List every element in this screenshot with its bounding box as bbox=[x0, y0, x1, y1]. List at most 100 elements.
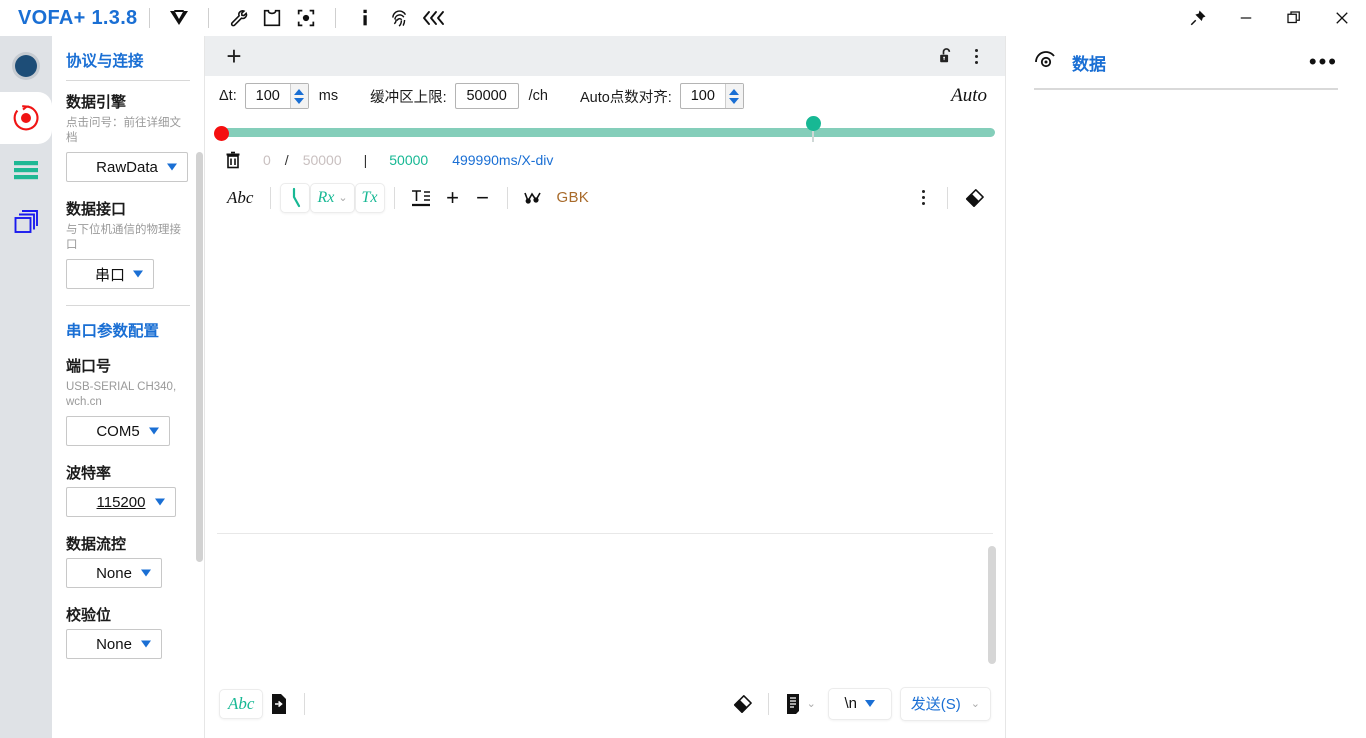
tab-menu-icon[interactable] bbox=[961, 41, 991, 71]
data-scope-icon[interactable] bbox=[1034, 49, 1058, 76]
pin-button[interactable] bbox=[1174, 0, 1222, 36]
icon-rail bbox=[0, 36, 52, 738]
buffer-unit: /ch bbox=[528, 88, 548, 104]
slider-handle-mid[interactable] bbox=[806, 116, 821, 131]
text-format-icon[interactable] bbox=[404, 183, 438, 213]
minimize-button[interactable] bbox=[1222, 0, 1270, 36]
send-eraser-icon[interactable] bbox=[725, 689, 759, 719]
data-engine-value: RawData bbox=[96, 158, 158, 176]
terminal-output-area[interactable] bbox=[205, 220, 1005, 533]
data-interface-value: 串口 bbox=[94, 266, 125, 284]
chevron-down-icon bbox=[133, 270, 143, 278]
terminal-menu-icon[interactable] bbox=[908, 183, 938, 213]
zoom-in-label: + bbox=[446, 184, 459, 210]
send-area-scrollbar[interactable] bbox=[988, 546, 996, 664]
flowcontrol-value: None bbox=[96, 564, 132, 582]
divider bbox=[767, 692, 769, 715]
trash-icon[interactable] bbox=[219, 150, 247, 170]
divider bbox=[304, 692, 306, 715]
divider bbox=[66, 305, 190, 306]
dt-input[interactable]: 100 bbox=[244, 83, 309, 109]
shirt-icon[interactable] bbox=[255, 3, 289, 33]
parity-select[interactable]: None bbox=[66, 629, 162, 659]
tx-button[interactable]: Tx bbox=[354, 182, 385, 213]
chevron-down-icon bbox=[141, 640, 151, 648]
parameter-row: Δt: 100 ms 缓冲区上限: 50000 /ch Auto点数对齐: 10… bbox=[205, 76, 1005, 116]
status-timebase: 499990ms/X-div bbox=[452, 152, 554, 168]
document-select[interactable]: ⌄ bbox=[778, 689, 822, 719]
send-label: 发送(S) bbox=[910, 696, 961, 713]
sidebar-scrollbar[interactable] bbox=[196, 152, 203, 562]
sidebar-label-data-engine: 数据引擎 bbox=[66, 94, 127, 111]
chevron-down-icon: ⌄ bbox=[806, 698, 816, 710]
newline-select[interactable]: \n bbox=[827, 687, 892, 720]
data-engine-select[interactable]: RawData bbox=[66, 152, 188, 182]
divider bbox=[208, 8, 210, 28]
copy-stack-icon[interactable] bbox=[0, 196, 52, 248]
port-value: COM5 bbox=[96, 422, 140, 440]
connection-status-indicator[interactable] bbox=[0, 40, 52, 92]
baudrate-select[interactable]: 115200 bbox=[66, 487, 176, 517]
divider bbox=[506, 186, 508, 209]
focus-target-icon[interactable] bbox=[289, 3, 323, 33]
chevron-down-icon bbox=[865, 700, 876, 707]
dt-unit: ms bbox=[318, 88, 339, 104]
divider bbox=[66, 80, 190, 81]
fingerprint-icon[interactable] bbox=[382, 3, 416, 33]
newline-value: \n bbox=[844, 695, 858, 712]
flowcontrol-select[interactable]: None bbox=[66, 558, 162, 588]
curve-icon[interactable] bbox=[280, 182, 311, 213]
add-tab-button[interactable]: + bbox=[219, 43, 249, 69]
divider bbox=[270, 186, 272, 209]
list-lines-icon[interactable] bbox=[0, 144, 52, 196]
encoding-label[interactable]: GBK bbox=[551, 183, 596, 213]
data-panel: 数据 ••• bbox=[1006, 36, 1366, 738]
align-stepper[interactable] bbox=[724, 84, 743, 108]
slider-track[interactable] bbox=[219, 128, 995, 137]
signal-icon[interactable] bbox=[517, 183, 551, 213]
send-abc-button[interactable]: Abc bbox=[219, 688, 264, 719]
divider bbox=[393, 186, 395, 209]
info-icon[interactable] bbox=[348, 3, 382, 33]
buffer-input[interactable]: 50000 bbox=[454, 83, 519, 109]
eraser-icon[interactable] bbox=[957, 183, 991, 213]
range-slider[interactable] bbox=[205, 116, 1208, 144]
slider-handle-left[interactable] bbox=[214, 126, 229, 141]
vofa-logo-icon[interactable] bbox=[162, 3, 196, 33]
divider bbox=[947, 186, 948, 209]
rx-select[interactable]: Rx ⌄ bbox=[310, 182, 355, 213]
divider bbox=[149, 8, 151, 28]
dt-stepper[interactable] bbox=[289, 84, 308, 108]
tab-bar: + bbox=[205, 36, 1005, 76]
align-input[interactable]: 100 bbox=[679, 83, 744, 109]
slider-mid-stem bbox=[812, 131, 814, 142]
chevron-down-icon[interactable]: ⌄ bbox=[971, 697, 980, 710]
sidebar-hint-data-interface: 与下位机通信的物理接口 bbox=[66, 224, 181, 251]
close-button[interactable] bbox=[1318, 0, 1366, 36]
chevron-down-icon bbox=[141, 569, 151, 577]
wrench-icon[interactable] bbox=[221, 3, 255, 33]
send-button[interactable]: 发送(S) ⌄ bbox=[899, 686, 991, 721]
buffer-label: 缓冲区上限: bbox=[370, 89, 447, 106]
abc-format-button[interactable]: Abc bbox=[219, 183, 261, 213]
data-panel-menu-icon[interactable]: ••• bbox=[1309, 51, 1338, 73]
send-toolbar: Abc ⌄ \n 发送(S) ⌄ bbox=[205, 679, 1005, 727]
zoom-in-button[interactable]: + bbox=[438, 183, 468, 213]
data-panel-title: 数据 bbox=[1072, 54, 1106, 74]
divider bbox=[335, 8, 337, 28]
port-select[interactable]: COM5 bbox=[66, 416, 170, 446]
collapse-left-icon[interactable] bbox=[416, 3, 450, 33]
zoom-out-button[interactable]: − bbox=[468, 183, 498, 213]
status-total: 50000 bbox=[302, 152, 342, 168]
record-icon[interactable] bbox=[0, 92, 52, 144]
auto-label[interactable]: Auto bbox=[951, 85, 991, 107]
data-panel-header: 数据 ••• bbox=[1006, 36, 1366, 88]
baudrate-value: 115200 bbox=[96, 493, 146, 511]
data-interface-select[interactable]: 串口 bbox=[66, 259, 154, 289]
maximize-button[interactable] bbox=[1270, 0, 1318, 36]
sidebar-hint-data-engine: 点击问号：前往详细文档 bbox=[66, 117, 181, 144]
unlock-icon[interactable] bbox=[931, 41, 961, 71]
align-value: 100 bbox=[690, 88, 715, 104]
file-send-icon[interactable] bbox=[263, 689, 295, 719]
send-text-area[interactable] bbox=[205, 534, 1005, 679]
